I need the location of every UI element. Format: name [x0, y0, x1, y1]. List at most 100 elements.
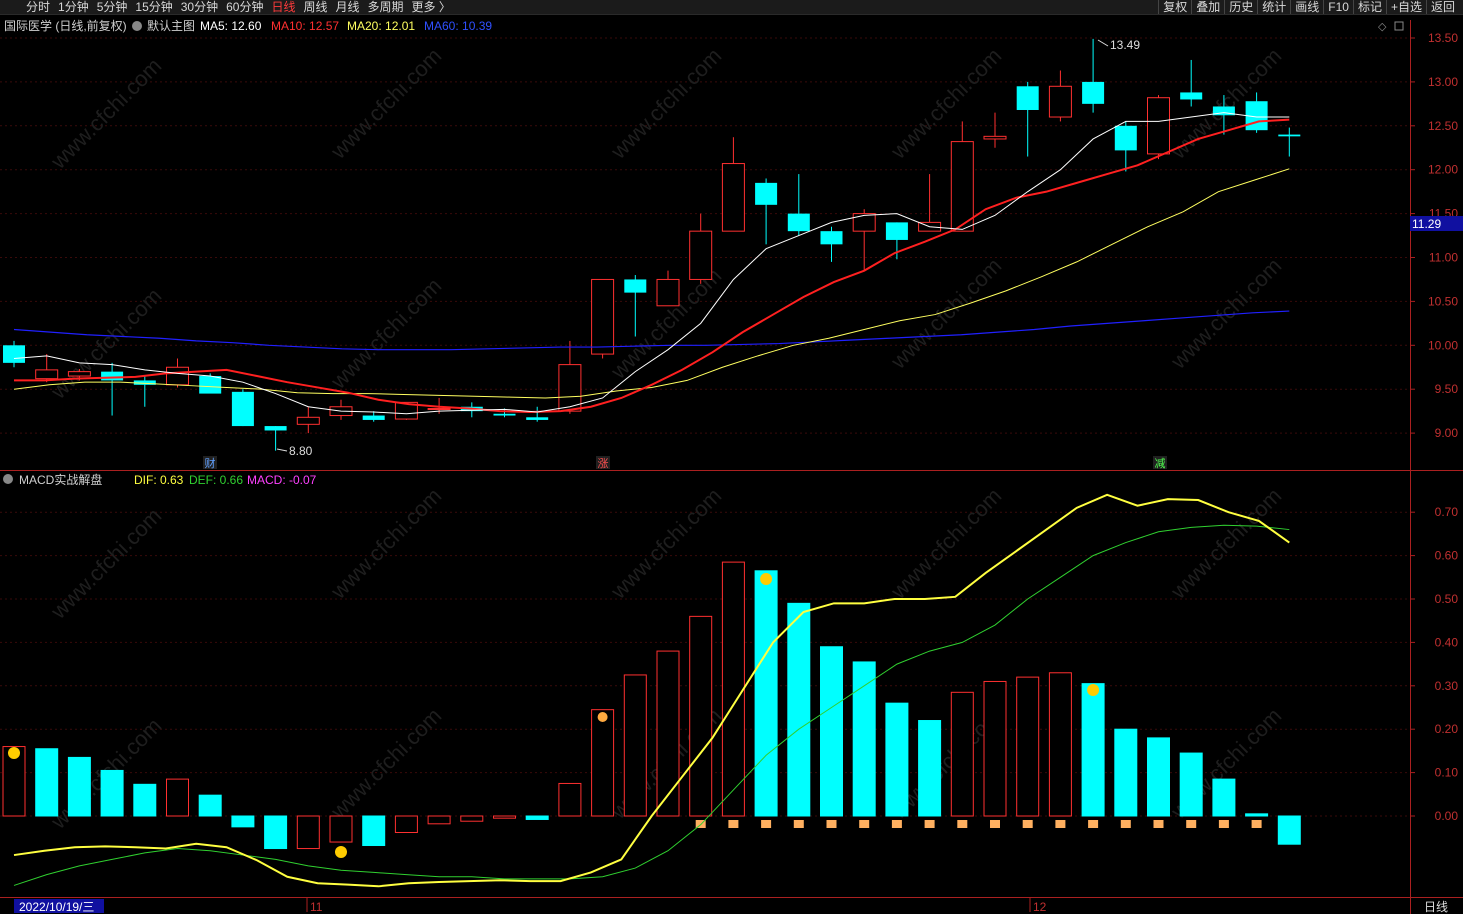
macd-bar	[427, 815, 451, 825]
macd-y-tick-label: 0.20	[1435, 722, 1459, 736]
diamond-icon[interactable]: ◇	[1378, 21, 1387, 33]
macd-y-tick-label: 0.40	[1435, 635, 1459, 649]
candle-body	[787, 213, 810, 232]
buy-signal-icon	[990, 820, 1000, 828]
candle-body	[1048, 85, 1072, 118]
stock-chart[interactable]: 国际医学 (日线,前复权) 默认主图 MA5: 12.60 MA10: 12.5…	[0, 0, 1463, 914]
macd-bar	[525, 815, 549, 820]
buy-signal-icon	[793, 820, 804, 828]
candle-body	[101, 371, 124, 381]
main-y-tick-label: 13.50	[1428, 31, 1458, 45]
macd-bar	[983, 680, 1007, 817]
macd-bar	[362, 815, 386, 847]
macd-y-tick-label: 0.00	[1435, 809, 1459, 823]
event-marker-label: 涨	[598, 457, 609, 470]
main-y-tick-label: 9.50	[1435, 382, 1459, 396]
candle-body	[231, 391, 254, 427]
buy-signal-icon	[1153, 820, 1164, 828]
candle-body	[755, 182, 778, 205]
buy-signal-icon	[1120, 820, 1131, 828]
candle-body	[362, 415, 385, 420]
macd-bar	[493, 815, 516, 819]
watermark-text: www.cfchi.com	[1165, 253, 1286, 374]
bottom-axis-line	[0, 897, 1463, 898]
candle-body	[852, 213, 876, 232]
macd-y-tick-label: 0.10	[1435, 766, 1459, 780]
macd-bar	[264, 815, 288, 850]
macd-bar	[852, 661, 876, 817]
macd-bar	[820, 646, 843, 817]
candle-body	[885, 222, 908, 240]
dif-label: DIF: 0.63	[134, 473, 184, 487]
candle-body	[591, 278, 615, 355]
candle-body	[199, 376, 222, 394]
main-y-tick-label: 11.00	[1429, 251, 1458, 265]
candle-body	[721, 163, 745, 232]
candle-body	[689, 230, 713, 280]
watermark-text: www.cfchi.com	[1165, 483, 1286, 604]
watermark-text: www.cfchi.com	[605, 483, 726, 604]
main-y-tick-label: 9.00	[1435, 426, 1459, 440]
main-y-tick-label: 12.50	[1428, 119, 1458, 133]
buy-signal-icon	[826, 820, 837, 828]
buy-signal-icon	[891, 820, 902, 828]
smiley-icon	[335, 846, 347, 858]
macd-bar	[950, 691, 974, 817]
ma60-label: MA60: 10.39	[424, 19, 492, 33]
candle-body	[1082, 81, 1105, 104]
macd-dropdown-icon[interactable]	[3, 474, 13, 484]
smiley-icon	[1087, 684, 1100, 696]
watermark-text: www.cfchi.com	[45, 503, 166, 624]
date-label: 2022/10/19/三	[19, 900, 94, 914]
buy-signal-icon	[761, 820, 772, 828]
low-arrow	[276, 448, 288, 452]
candle-body	[558, 364, 582, 412]
candle-body	[493, 413, 516, 416]
macd-bar	[787, 602, 811, 817]
candle-body	[427, 408, 451, 411]
indicator-dropdown-icon[interactable]	[132, 21, 142, 31]
buy-signal-icon	[1218, 820, 1229, 828]
ma20-label: MA20: 12.01	[347, 19, 415, 33]
candle-body	[264, 426, 287, 431]
current-price-label: 11.29	[1412, 217, 1441, 231]
ma10-line	[14, 118, 1290, 414]
candle-body	[526, 417, 549, 420]
watermark-text: www.cfchi.com	[885, 253, 1006, 374]
watermark-text: www.cfchi.com	[325, 483, 446, 604]
macd-bar	[394, 815, 418, 833]
watermark-text: www.cfchi.com	[885, 43, 1006, 164]
buy-signal-icon	[957, 820, 968, 828]
candle-body	[1016, 86, 1039, 110]
macd-bar	[1081, 683, 1105, 817]
candle-body	[1114, 125, 1137, 151]
buy-signal-icon	[728, 820, 739, 828]
panel-toggle-icon[interactable]	[1394, 21, 1404, 31]
candle-body	[950, 141, 974, 232]
main-y-tick-label: 10.00	[1428, 338, 1458, 352]
signal-icon	[597, 712, 608, 722]
smiley-icon	[8, 747, 20, 759]
macd-bar	[591, 709, 615, 817]
right-axis-line	[1410, 20, 1411, 914]
buy-signal-icon	[1251, 820, 1262, 828]
candle-body	[820, 231, 843, 245]
macd-bar	[1245, 813, 1269, 817]
macd-bar	[1016, 676, 1040, 817]
candle-body	[656, 278, 680, 307]
watermark-text: www.cfchi.com	[325, 273, 446, 394]
buy-signal-icon	[1022, 820, 1033, 828]
candle-body	[1147, 97, 1170, 155]
watermark-text: www.cfchi.com	[605, 43, 726, 164]
macd-bar	[296, 815, 320, 850]
buy-signal-icon	[1088, 820, 1099, 828]
candle-body	[296, 416, 320, 425]
def-label: DEF: 0.66	[189, 473, 243, 487]
buy-signal-icon	[924, 820, 935, 828]
macd-bar	[689, 615, 713, 817]
macd-bar	[100, 769, 124, 817]
macd-y-tick-label: 0.70	[1435, 505, 1459, 519]
macd-bar	[754, 570, 778, 817]
macd-bar	[558, 782, 582, 817]
macd-bar	[1179, 752, 1203, 817]
